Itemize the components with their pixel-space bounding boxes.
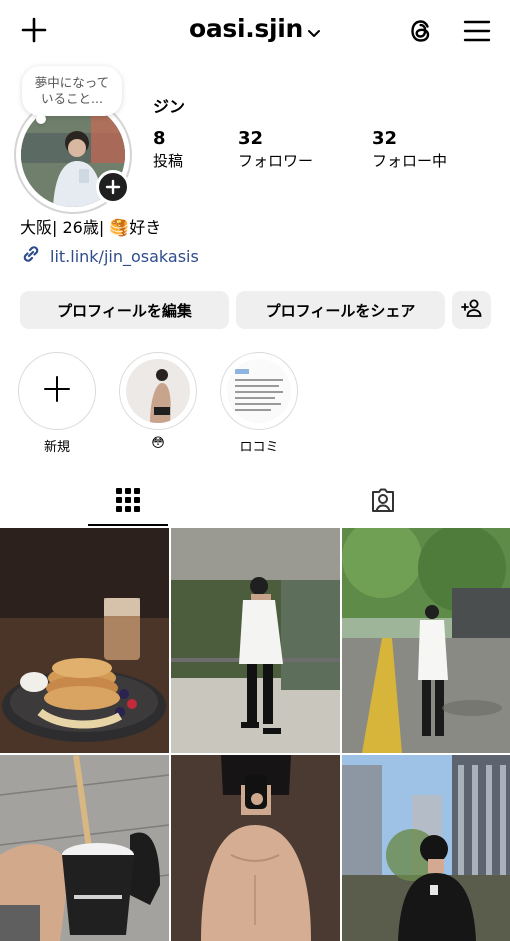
highlight-new-label: 新規 — [43, 440, 70, 455]
note-line-2: いること... — [41, 91, 103, 106]
display-name: ジン — [153, 97, 186, 116]
username: oasi.sjin — [188, 14, 304, 43]
post-thumbnail[interactable] — [171, 528, 340, 753]
stat-followers-label: フォロワー — [238, 152, 314, 170]
post-thumbnail[interactable] — [342, 528, 510, 753]
tagged-icon[interactable] — [343, 480, 423, 520]
profile-tabs — [0, 470, 510, 528]
post-thumbnail[interactable] — [171, 755, 340, 941]
profile-link-text: lit.link/jin_osakasis — [50, 246, 199, 266]
plus-icon — [43, 375, 71, 407]
post-thumbnail[interactable] — [0, 528, 169, 753]
post-thumbnail[interactable] — [342, 755, 510, 941]
highlight-flushed-cover — [126, 359, 190, 423]
add-person-icon — [460, 298, 483, 322]
share-profile-button[interactable]: プロフィールをシェア — [236, 291, 445, 329]
highlight-new-circle — [18, 352, 96, 430]
highlight-reviews-cover — [227, 359, 291, 423]
grid-icon[interactable] — [88, 480, 168, 520]
note-bubble-tail — [36, 114, 46, 124]
stat-following[interactable]: 32 フォロー中 — [372, 128, 447, 172]
highlight-flushed-circle — [119, 352, 197, 430]
edit-profile-button[interactable]: プロフィールを編集 — [20, 291, 229, 329]
highlight-flushed[interactable]: 😳 — [118, 352, 198, 451]
highlight-flushed-label: 😳 — [151, 436, 165, 451]
top-bar: oasi.sjin — [0, 0, 510, 64]
profile-link[interactable]: lit.link/jin_osakasis — [20, 243, 199, 269]
bio-text: 大阪| 26歳| 🥞好き — [20, 218, 162, 237]
stat-following-label: フォロー中 — [372, 152, 448, 170]
note-bubble[interactable]: 夢中になって いること... — [22, 66, 122, 116]
highlight-reviews[interactable]: ロコミ — [219, 352, 299, 455]
highlight-reviews-label: ロコミ — [239, 440, 279, 455]
stat-following-count: 32 — [372, 128, 398, 149]
add-story-icon[interactable] — [96, 170, 130, 204]
highlight-new[interactable]: 新規 — [17, 352, 97, 455]
menu-icon[interactable] — [460, 14, 494, 48]
stat-posts-label: 投稿 — [153, 152, 184, 170]
stat-followers-count: 32 — [238, 128, 264, 149]
stat-followers[interactable]: 32 フォロワー — [238, 128, 313, 172]
note-line-1: 夢中になって — [34, 75, 110, 90]
stat-posts-count: 8 — [153, 128, 166, 149]
threads-icon[interactable] — [404, 14, 438, 48]
discover-people-button[interactable] — [452, 291, 491, 329]
chevron-down-icon — [307, 16, 321, 45]
link-icon — [20, 243, 42, 269]
highlight-reviews-circle — [220, 352, 298, 430]
post-thumbnail[interactable] — [0, 755, 169, 941]
active-tab-indicator — [88, 524, 168, 526]
stat-posts[interactable]: 8 投稿 — [153, 128, 183, 172]
